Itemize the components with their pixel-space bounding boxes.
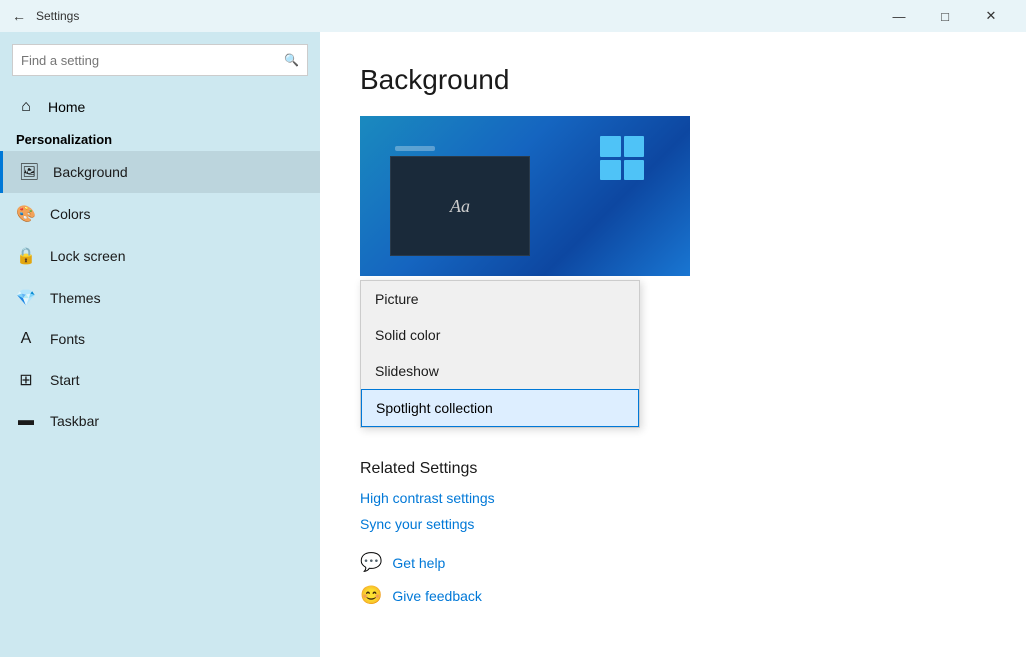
sidebar-item-start[interactable]: ⊞ Start	[0, 359, 320, 401]
colors-label: Colors	[50, 206, 90, 222]
taskbar-icon: ▬	[16, 412, 36, 430]
preview-windows-logo	[600, 136, 660, 196]
dropdown-item-picture[interactable]: Picture	[361, 281, 639, 317]
maximize-button[interactable]: □	[922, 0, 968, 32]
sidebar-item-fonts[interactable]: A Fonts	[0, 319, 320, 359]
sidebar-item-home[interactable]: ⌂ Home	[0, 88, 320, 126]
help-section: 💬 Get help 😊 Give feedback	[360, 552, 986, 606]
background-icon: 🖼	[19, 162, 39, 182]
sidebar-nav: 🖼 Background 🎨 Colors 🔒 Lock screen 💎 Themes A Fo…	[0, 151, 320, 441]
help-link-get-help[interactable]: 💬 Get help	[360, 552, 986, 573]
related-links: High contrast settings Sync your settings	[360, 490, 986, 532]
win-logo-pane-2	[624, 136, 645, 157]
related-link-high-contrast[interactable]: High contrast settings	[360, 490, 986, 506]
preview-window: Aa	[390, 156, 530, 256]
sidebar-item-lock-screen[interactable]: 🔒 Lock screen	[0, 235, 320, 277]
home-label: Home	[48, 99, 85, 115]
sidebar-item-colors[interactable]: 🎨 Colors	[0, 193, 320, 235]
themes-icon: 💎	[16, 288, 36, 308]
lock-screen-icon: 🔒	[16, 246, 36, 266]
back-button[interactable]: ←	[12, 8, 26, 24]
main-layout: 🔍 ⌂ Home Personalization 🖼 Background 🎨 Col…	[0, 32, 1026, 657]
home-icon: ⌂	[16, 98, 36, 116]
title-bar-controls: — □ ✕	[876, 0, 1014, 32]
related-link-sync-settings[interactable]: Sync your settings	[360, 516, 986, 532]
give-feedback-label: Give feedback	[392, 588, 482, 604]
related-settings-title: Related Settings	[360, 460, 986, 478]
fonts-label: Fonts	[50, 331, 85, 347]
start-icon: ⊞	[16, 370, 36, 390]
get-help-label: Get help	[392, 555, 445, 571]
search-icon: 🔍	[284, 53, 299, 67]
win-logo-pane-4	[624, 160, 645, 181]
taskbar-label: Taskbar	[50, 413, 99, 429]
fonts-icon: A	[16, 330, 36, 348]
sidebar-item-background[interactable]: 🖼 Background	[0, 151, 320, 193]
win-logo-pane-1	[600, 136, 621, 157]
start-label: Start	[50, 372, 80, 388]
dropdown-item-spotlight[interactable]: Spotlight collection	[361, 389, 639, 427]
colors-icon: 🎨	[16, 204, 36, 224]
search-container[interactable]: 🔍	[12, 44, 308, 76]
close-button[interactable]: ✕	[968, 0, 1014, 32]
background-preview: Aa	[360, 116, 690, 276]
title-bar-left: ← Settings	[12, 8, 876, 24]
themes-label: Themes	[50, 290, 101, 306]
title-bar-title: Settings	[36, 9, 79, 23]
background-type-dropdown[interactable]: PictureSolid colorSlideshowSpotlight col…	[360, 280, 690, 428]
dropdown-item-slideshow[interactable]: Slideshow	[361, 353, 639, 389]
dropdown-item-solid-color[interactable]: Solid color	[361, 317, 639, 353]
search-input[interactable]	[21, 53, 284, 68]
lock-screen-label: Lock screen	[50, 248, 125, 264]
dropdown-menu: PictureSolid colorSlideshowSpotlight col…	[360, 280, 640, 428]
win-logo-pane-3	[600, 160, 621, 181]
sidebar-item-themes[interactable]: 💎 Themes	[0, 277, 320, 319]
sidebar: 🔍 ⌂ Home Personalization 🖼 Background 🎨 Col…	[0, 32, 320, 657]
help-link-give-feedback[interactable]: 😊 Give feedback	[360, 585, 986, 606]
sidebar-item-taskbar[interactable]: ▬ Taskbar	[0, 401, 320, 441]
give-feedback-icon: 😊	[360, 585, 382, 606]
title-bar: ← Settings — □ ✕	[0, 0, 1026, 32]
page-title: Background	[360, 64, 986, 96]
sidebar-section-title: Personalization	[0, 126, 320, 151]
content-area: Background Aa	[320, 32, 1026, 657]
minimize-button[interactable]: —	[876, 0, 922, 32]
preview-aa-label: Aa	[450, 196, 470, 217]
get-help-icon: 💬	[360, 552, 382, 573]
background-label: Background	[53, 164, 128, 180]
preview-line-1	[395, 146, 435, 151]
